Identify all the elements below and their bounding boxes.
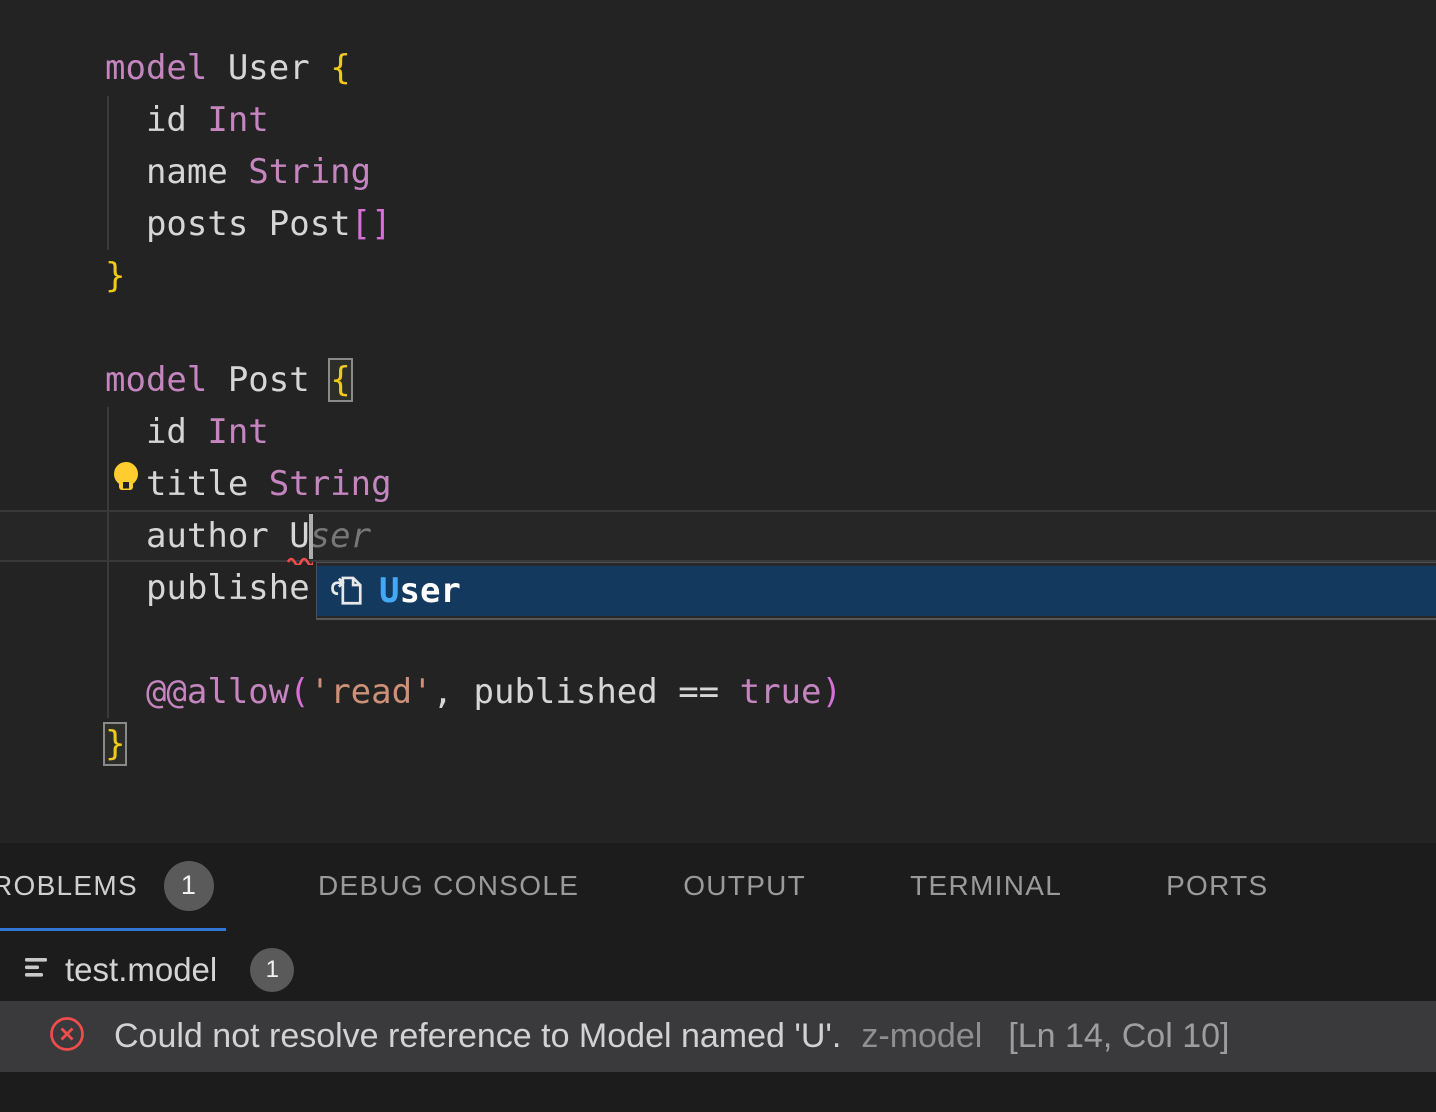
tab-output-label: OUTPUT [683,870,806,902]
bottom-panel: PROBLEMS 1 DEBUG CONSOLE OUTPUT TERMINAL… [0,843,1436,1112]
code-line: model Post { [105,354,842,406]
tab-ports[interactable]: PORTS [1154,843,1280,931]
suggestion-item-user[interactable]: User [317,566,1436,616]
panel-tab-bar: PROBLEMS 1 DEBUG CONSOLE OUTPUT TERMINAL… [0,843,1281,931]
problems-file-name: test.model [65,951,217,989]
code-line: @@allow('read', published == true) [105,666,842,718]
problem-location: [Ln 14, Col 10] [1008,1017,1229,1056]
code-line: author User [105,510,842,562]
code-lines: model User { id Int name String posts Po… [105,42,842,770]
file-problems-count-badge: 1 [250,948,294,992]
tab-terminal-label: TERMINAL [910,870,1062,902]
code-line: name String [105,146,842,198]
tab-ports-label: PORTS [1166,870,1268,902]
suggestion-label: User [379,571,461,611]
code-editor[interactable]: model User { id Int name String posts Po… [0,0,1436,843]
code-line: } [105,250,842,302]
suggest-widget: User [316,562,1436,620]
problems-count-badge: 1 [164,861,214,911]
error-squiggle [287,552,313,570]
problem-message: Could not resolve reference to Model nam… [114,1017,841,1056]
tab-problems-label: PROBLEMS [0,870,138,902]
problems-file-group[interactable]: test.model 1 [0,940,1436,1000]
code-line: posts Post[] [105,198,842,250]
error-icon [48,1015,86,1058]
list-icon [25,957,48,983]
reference-icon [327,570,365,613]
code-line: } [105,718,842,770]
code-line: id Int [105,406,842,458]
tab-terminal[interactable]: TERMINAL [898,843,1074,931]
tab-output[interactable]: OUTPUT [671,843,818,931]
code-line [105,302,842,354]
problem-source: z-model [861,1017,982,1056]
code-line: model User { [105,42,842,94]
tab-problems[interactable]: PROBLEMS 1 [0,843,226,931]
code-line: title String [105,458,842,510]
code-line: id Int [105,94,842,146]
lightbulb-icon[interactable] [111,461,145,506]
tab-debug-console[interactable]: DEBUG CONSOLE [306,843,591,931]
code-line [105,614,842,666]
problem-row[interactable]: Could not resolve reference to Model nam… [0,1001,1436,1072]
tab-debug-console-label: DEBUG CONSOLE [318,870,579,902]
